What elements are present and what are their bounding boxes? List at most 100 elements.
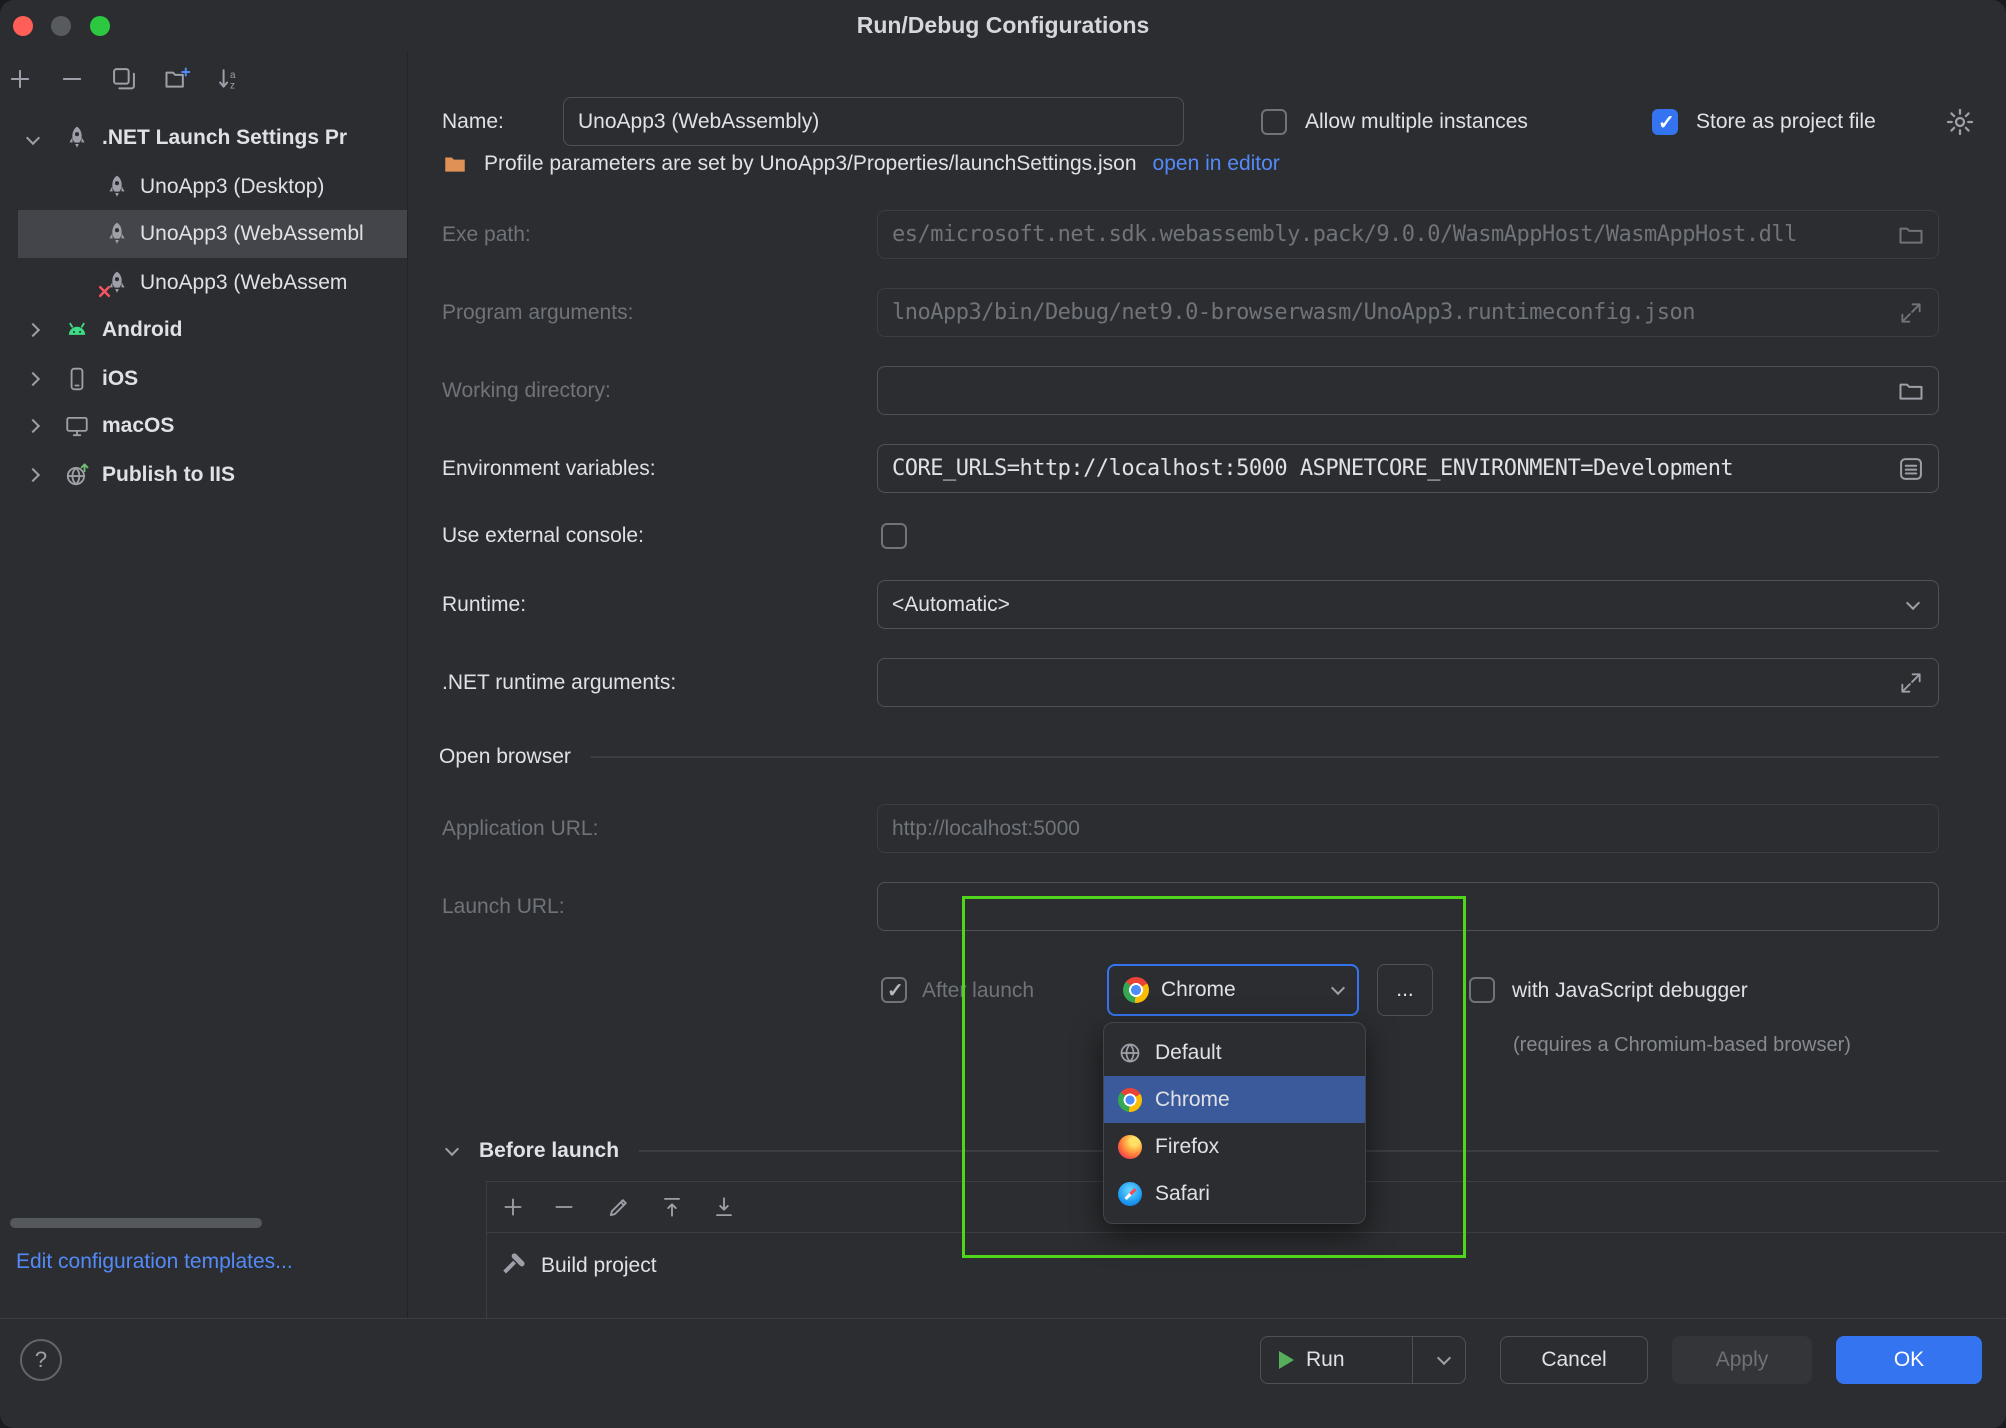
chevron-right-icon[interactable]	[26, 468, 40, 482]
launch-url-label: Launch URL:	[442, 882, 565, 931]
use-external-console-label: Use external console:	[442, 511, 644, 560]
after-launch-checkbox[interactable]	[881, 977, 907, 1003]
remove-configuration-button[interactable]	[55, 62, 89, 96]
run-button-divider	[1412, 1337, 1414, 1383]
rocket-error-icon	[104, 270, 130, 296]
before-launch-task-build-project[interactable]: Build project	[487, 1242, 2006, 1290]
help-button[interactable]: ?	[20, 1339, 62, 1381]
move-up-icon	[659, 1194, 685, 1220]
browser-dropdown-popup: Default Chrome Firefox Safari	[1103, 1022, 1366, 1224]
chevron-down-icon[interactable]	[445, 1142, 459, 1156]
dropdown-item-chrome[interactable]: Chrome	[1104, 1076, 1365, 1123]
chevron-down-icon[interactable]	[1906, 595, 1920, 609]
error-badge-icon	[98, 285, 111, 298]
globe-icon	[1118, 1041, 1142, 1065]
store-settings-gear-button[interactable]	[1944, 106, 1976, 138]
expand-icon[interactable]	[1896, 668, 1926, 698]
chevron-right-icon[interactable]	[26, 419, 40, 433]
remove-task-button[interactable]	[549, 1192, 579, 1222]
safari-icon	[1118, 1182, 1142, 1206]
dropdown-item-safari[interactable]: Safari	[1104, 1170, 1365, 1217]
working-directory-label: Working directory:	[442, 366, 611, 415]
chevron-down-icon[interactable]	[1331, 981, 1345, 995]
application-url-input[interactable]: http://localhost:5000	[877, 804, 1939, 853]
new-folder-button[interactable]	[160, 62, 194, 96]
run-button[interactable]: Run	[1260, 1336, 1466, 1384]
titlebar: Run/Debug Configurations	[0, 0, 2006, 51]
tree-item-publish-to-iis[interactable]: Publish to IIS	[0, 451, 407, 499]
launch-url-input[interactable]	[877, 882, 1939, 931]
cancel-button[interactable]: Cancel	[1500, 1336, 1648, 1384]
tree-item-unoapp3-webassembly-selected[interactable]: UnoApp3 (WebAssembl	[0, 210, 407, 258]
runtime-select[interactable]: <Automatic>	[877, 580, 1939, 629]
env-list-icon[interactable]	[1896, 454, 1926, 484]
new-folder-icon	[163, 65, 191, 93]
close-window-icon[interactable]	[13, 16, 33, 36]
tree-item-ios[interactable]: iOS	[0, 355, 407, 403]
profile-notice-text: Profile parameters are set by UnoApp3/Pr…	[484, 154, 1137, 176]
program-arguments-input[interactable]: lnoApp3/bin/Debug/net9.0-browserwasm/Uno…	[877, 288, 1939, 337]
move-task-down-button[interactable]	[709, 1192, 739, 1222]
tree-item-unoapp3-webassembly-error[interactable]: UnoApp3 (WebAssem	[0, 259, 407, 307]
horizontal-scrollbar-thumb[interactable]	[10, 1218, 262, 1228]
tree-item-android[interactable]: Android	[0, 306, 407, 354]
window-title: Run/Debug Configurations	[857, 12, 1150, 39]
browser-more-button[interactable]: ...	[1377, 964, 1433, 1016]
name-input[interactable]: UnoApp3 (WebAssembly)	[563, 97, 1184, 146]
add-configuration-button[interactable]	[3, 62, 37, 96]
edit-configuration-templates-link[interactable]: Edit configuration templates...	[16, 1250, 293, 1274]
runtime-label: Runtime:	[442, 580, 526, 629]
environment-variables-input[interactable]: CORE_URLS=http://localhost:5000 ASPNETCO…	[877, 444, 1939, 493]
profile-notice-row: Profile parameters are set by UnoApp3/Pr…	[442, 154, 1939, 188]
folder-icon[interactable]	[1896, 220, 1926, 250]
run-debug-configurations-dialog: Run/Debug Configurations az .NET Launch …	[0, 0, 2006, 1428]
exe-path-input[interactable]: es/microsoft.net.sdk.webassembly.pack/9.…	[877, 210, 1939, 259]
expand-icon[interactable]	[1896, 298, 1926, 328]
ok-button[interactable]: OK	[1836, 1336, 1982, 1384]
after-launch-label: After launch	[922, 966, 1034, 1015]
globe-publish-icon	[64, 462, 90, 488]
move-task-up-button[interactable]	[657, 1192, 687, 1222]
plus-icon	[500, 1194, 526, 1220]
folder-icon[interactable]	[1896, 376, 1926, 406]
allow-multiple-instances-checkbox[interactable]	[1261, 109, 1287, 135]
tree-item-macos[interactable]: macOS	[0, 402, 407, 450]
apply-button[interactable]: Apply	[1672, 1336, 1812, 1384]
tree-item-unoapp3-desktop[interactable]: UnoApp3 (Desktop)	[0, 163, 407, 211]
copy-configuration-button[interactable]	[107, 62, 141, 96]
js-debugger-checkbox[interactable]	[1469, 977, 1495, 1003]
section-divider	[591, 756, 1939, 758]
zoom-window-icon[interactable]	[90, 16, 110, 36]
use-external-console-checkbox[interactable]	[881, 523, 907, 549]
environment-variables-label: Environment variables:	[442, 444, 656, 493]
notice-icon	[442, 154, 468, 177]
help-icon: ?	[35, 1347, 47, 1373]
tree-item-net-launch-settings[interactable]: .NET Launch Settings Pr	[0, 114, 407, 162]
chevron-right-icon[interactable]	[26, 323, 40, 337]
sort-configurations-button[interactable]: az	[213, 62, 247, 96]
open-in-editor-link[interactable]: open in editor	[1153, 154, 1280, 176]
runtime-arguments-input[interactable]	[877, 658, 1939, 707]
add-task-button[interactable]	[498, 1192, 528, 1222]
working-directory-input[interactable]	[877, 366, 1939, 415]
run-play-icon	[1279, 1351, 1294, 1369]
android-icon	[64, 317, 90, 343]
move-down-icon	[711, 1194, 737, 1220]
dropdown-item-firefox[interactable]: Firefox	[1104, 1123, 1365, 1170]
minimize-window-icon[interactable]	[51, 16, 71, 36]
chevron-down-icon[interactable]	[26, 131, 40, 145]
minus-icon	[551, 1194, 577, 1220]
phone-icon	[64, 366, 90, 392]
js-debugger-note: (requires a Chromium-based browser)	[1513, 1034, 1851, 1057]
browser-select[interactable]: Chrome	[1107, 964, 1359, 1016]
sort-az-icon: az	[216, 65, 244, 93]
open-browser-title: Open browser	[439, 745, 571, 769]
chevron-down-icon[interactable]	[1437, 1351, 1451, 1365]
chevron-right-icon[interactable]	[26, 372, 40, 386]
rocket-icon	[64, 125, 90, 151]
rocket-icon	[104, 221, 130, 247]
dropdown-item-default[interactable]: Default	[1104, 1029, 1365, 1076]
chrome-icon	[1123, 977, 1149, 1003]
edit-task-button[interactable]	[604, 1192, 634, 1222]
store-as-project-file-checkbox[interactable]	[1652, 109, 1678, 135]
